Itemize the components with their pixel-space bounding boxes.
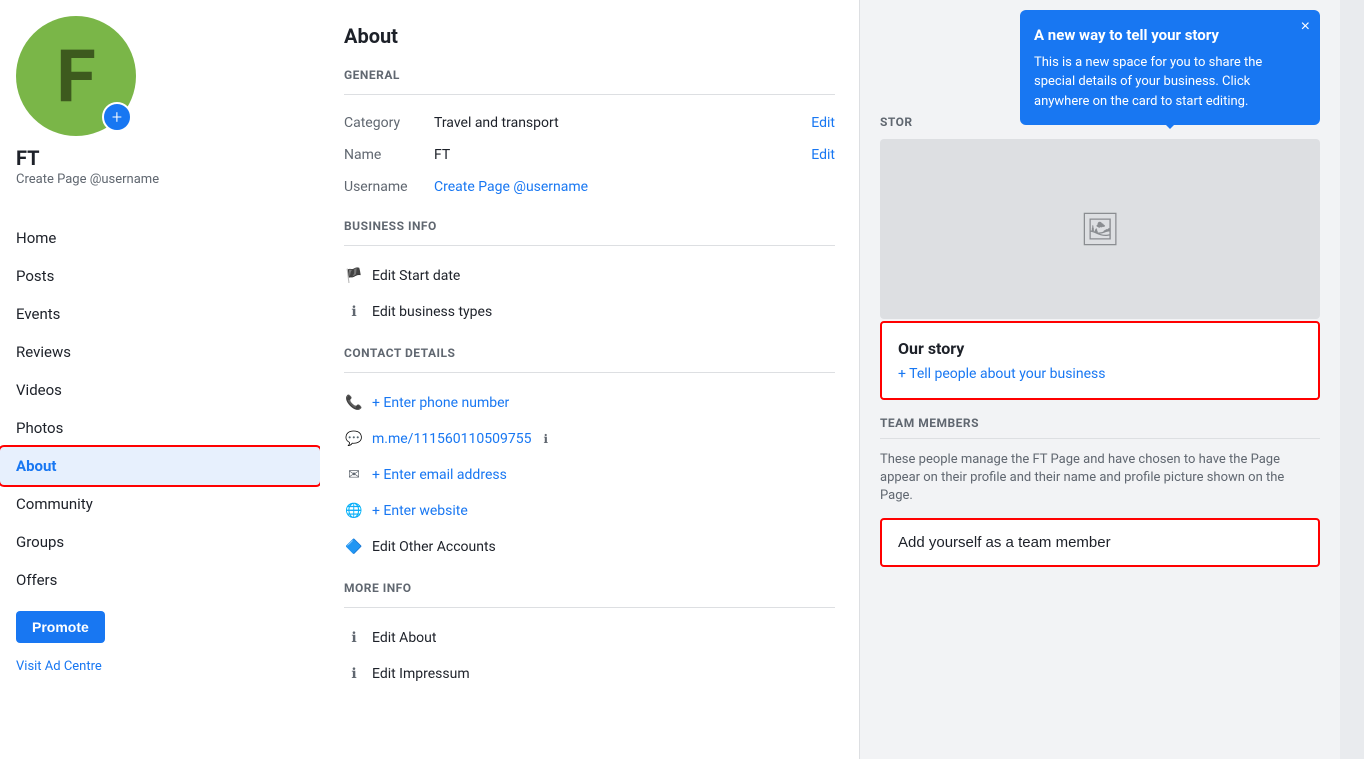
website-label: + Enter website: [372, 503, 468, 519]
sidebar-item-photos[interactable]: Photos: [0, 409, 320, 447]
phone-row[interactable]: 📞 + Enter phone number: [344, 385, 835, 421]
sidebar-item-offers[interactable]: Offers: [0, 561, 320, 599]
email-row[interactable]: ✉ + Enter email address: [344, 457, 835, 493]
sidebar-item-reviews[interactable]: Reviews: [0, 333, 320, 371]
edit-start-date-label: Edit Start date: [372, 268, 460, 284]
right-panel: ge Info × A new way to tell your story T…: [860, 0, 1340, 759]
page-name: FT: [16, 146, 40, 170]
business-divider: [344, 245, 835, 246]
general-label: GENERAL: [344, 68, 835, 82]
sidebar-item-posts[interactable]: Posts: [0, 257, 320, 295]
more-info-label: MORE INFO: [344, 581, 835, 595]
edit-impressum-row[interactable]: ℹ Edit Impressum: [344, 656, 835, 692]
add-team-member-button[interactable]: Add yourself as a team member: [880, 518, 1320, 567]
messenger-row[interactable]: 💬 m.me/111560110509755 ℹ: [344, 421, 835, 457]
more-info-divider: [344, 607, 835, 608]
our-story-title: Our story: [898, 339, 1302, 358]
business-info-label: BUSINESS INFO: [344, 219, 835, 233]
name-row: Name FT Edit: [344, 139, 835, 171]
edit-business-types-row[interactable]: ℹ Edit business types: [344, 294, 835, 330]
add-photo-button[interactable]: +: [102, 102, 132, 132]
general-divider: [344, 94, 835, 95]
page-username[interactable]: Create Page @username: [16, 172, 159, 187]
our-story-card[interactable]: Our story + Tell people about your busin…: [880, 321, 1320, 400]
sidebar-item-community[interactable]: Community: [0, 485, 320, 523]
accounts-icon: 🔷: [344, 537, 364, 557]
about-title: About: [344, 24, 835, 48]
edit-business-types-label: Edit business types: [372, 304, 492, 320]
category-value: Travel and transport: [434, 115, 811, 131]
page-layout: F + FT Create Page @username Home Posts …: [0, 0, 1364, 759]
about-panel: About GENERAL Category Travel and transp…: [320, 0, 860, 759]
our-story-link[interactable]: + Tell people about your business: [898, 366, 1302, 382]
edit-about-row[interactable]: ℹ Edit About: [344, 620, 835, 656]
category-edit-link[interactable]: Edit: [811, 115, 835, 131]
nav-list: Home Posts Events Reviews Videos Photos …: [0, 219, 320, 599]
email-icon: ✉: [344, 465, 364, 485]
name-label: Name: [344, 147, 434, 163]
username-label: Username: [344, 179, 434, 195]
website-row[interactable]: 🌐 + Enter website: [344, 493, 835, 529]
sidebar-item-videos[interactable]: Videos: [0, 371, 320, 409]
globe-icon: 🌐: [344, 501, 364, 521]
sidebar-item-events[interactable]: Events: [0, 295, 320, 333]
other-accounts-row[interactable]: 🔷 Edit Other Accounts: [344, 529, 835, 565]
phone-icon: 📞: [344, 393, 364, 413]
messenger-info-icon: ℹ: [543, 432, 548, 446]
image-upload-icon: 🖼: [1080, 210, 1121, 248]
edit-impressum-label: Edit Impressum: [372, 666, 470, 682]
other-accounts-label: Edit Other Accounts: [372, 539, 496, 555]
story-image-placeholder[interactable]: 🖼: [880, 139, 1320, 319]
impressum-icon: ℹ: [344, 664, 364, 684]
edit-about-label: Edit About: [372, 630, 436, 646]
name-edit-link[interactable]: Edit: [811, 147, 835, 163]
profile-section: F + FT Create Page @username: [0, 0, 320, 219]
edit-start-date-row[interactable]: 🏴 Edit Start date: [344, 258, 835, 294]
main-content: F + FT Create Page @username Home Posts …: [0, 0, 1364, 759]
tooltip-title: A new way to tell your story: [1034, 24, 1306, 47]
avatar-wrapper: F +: [16, 16, 136, 136]
about-info-icon: ℹ: [344, 628, 364, 648]
info-icon: ℹ: [344, 302, 364, 322]
contact-divider: [344, 372, 835, 373]
category-row: Category Travel and transport Edit: [344, 107, 835, 139]
plus-icon: +: [112, 107, 122, 128]
visit-ad-centre-link[interactable]: Visit Ad Centre: [0, 655, 320, 678]
sidebar: F + FT Create Page @username Home Posts …: [0, 0, 320, 759]
messenger-icon: 💬: [344, 429, 364, 449]
sidebar-item-groups[interactable]: Groups: [0, 523, 320, 561]
sidebar-item-about[interactable]: About: [0, 447, 320, 485]
contact-details-label: CONTACT DETAILS: [344, 346, 835, 360]
messenger-value: m.me/111560110509755: [372, 431, 531, 447]
tooltip-box: × A new way to tell your story This is a…: [1020, 10, 1320, 125]
team-description: These people manage the FT Page and have…: [880, 451, 1320, 506]
sidebar-item-home[interactable]: Home: [0, 219, 320, 257]
promote-button[interactable]: Promote: [16, 611, 105, 643]
tooltip-body: This is a new space for you to share the…: [1034, 53, 1306, 112]
team-divider: [880, 438, 1320, 439]
name-value: FT: [434, 147, 811, 163]
username-value[interactable]: Create Page @username: [434, 179, 835, 195]
category-label: Category: [344, 115, 434, 131]
tooltip-close-button[interactable]: ×: [1301, 18, 1310, 36]
team-section-label: TEAM MEMBERS: [880, 416, 1320, 430]
calendar-icon: 🏴: [344, 266, 364, 286]
email-label: + Enter email address: [372, 467, 507, 483]
phone-label: + Enter phone number: [372, 395, 509, 411]
username-row: Username Create Page @username: [344, 171, 835, 203]
tooltip-wrapper: ge Info × A new way to tell your story T…: [880, 20, 1320, 35]
avatar-letter: F: [56, 34, 96, 119]
